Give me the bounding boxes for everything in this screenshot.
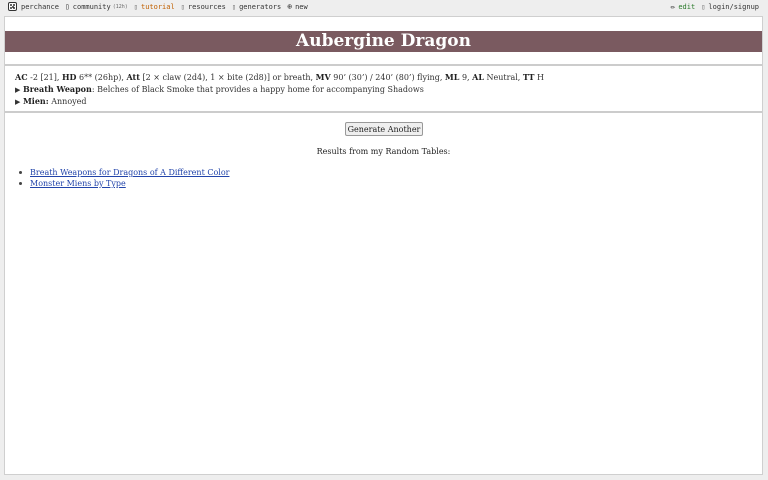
breath-weapons-link[interactable]: Breath Weapons for Dragons of A Differen… — [30, 168, 229, 177]
dice-icon — [8, 2, 17, 11]
folder-icon: ▯ — [180, 2, 185, 11]
mien-line: ▶ Mien: Annoyed — [15, 96, 755, 109]
breath-weapon-line: ▶ Breath Weapon: Belches of Black Smoke … — [15, 84, 755, 97]
nav-new-label: new — [295, 2, 308, 11]
ac-value: -2 [21], — [30, 73, 60, 82]
random-tables-list: Breath Weapons for Dragons of A Differen… — [19, 167, 229, 189]
tt-label: TT — [522, 72, 535, 82]
bullet-icon — [19, 171, 22, 174]
list-item: Monster Miens by Type — [19, 178, 229, 189]
al-label: AL — [472, 72, 484, 82]
nav-tutorial[interactable]: ▯ tutorial — [134, 3, 175, 11]
nav-generators-label: generators — [239, 2, 282, 11]
pencil-icon: ✏ — [670, 2, 676, 11]
hd-value: 6** (26hp), — [79, 73, 124, 82]
breath-weapon-text: : Belches of Black Smoke that provides a… — [91, 84, 424, 94]
nav-brand[interactable]: perchance — [8, 2, 59, 11]
nav-login[interactable]: ▯ login/signup — [701, 3, 759, 11]
att-value: [2 × claw (2d4), 1 × bite (2d8)] or brea… — [142, 73, 314, 82]
nav-resources-label: resources — [187, 2, 226, 11]
stat-line: AC -2 [21], HD 6** (26hp), Att [2 × claw… — [15, 72, 755, 84]
generate-another-button[interactable]: Generate Another — [345, 122, 423, 136]
att-label: Att — [126, 72, 140, 82]
ac-label: AC — [15, 72, 28, 82]
generator-panel: Aubergine Dragon AC -2 [21], HD 6** (26h… — [4, 16, 763, 475]
triangle-right-icon: ▶ — [15, 85, 21, 94]
mv-value: 90’ (30’) / 240’ (80’) flying, — [333, 73, 443, 82]
nav-community[interactable]: ▯ community (12h) — [65, 2, 128, 11]
user-icon: ▯ — [701, 2, 706, 11]
nav-edit-label: edit — [678, 2, 696, 11]
nav-left: perchance ▯ community (12h) ▯ tutorial ▯… — [8, 2, 314, 11]
mien-text: Annoyed — [51, 97, 87, 106]
hd-label: HD — [61, 72, 77, 82]
breath-weapon-label: Breath Weapon — [22, 83, 92, 94]
nav-community-count: (12h) — [112, 3, 128, 10]
nav-edit[interactable]: ✏ edit — [671, 2, 696, 11]
nav-brand-label: perchance — [21, 2, 59, 11]
page-title: Aubergine Dragon — [5, 31, 762, 52]
divider-top — [5, 64, 762, 66]
tt-value: H — [537, 73, 545, 82]
results-heading: Results from my Random Tables: — [316, 147, 451, 156]
nav-new[interactable]: ⊕ new — [287, 2, 307, 11]
mv-label: MV — [315, 72, 331, 82]
mien-label: Mien: — [22, 96, 49, 106]
nav-right: ✏ edit ▯ login/signup — [671, 2, 759, 11]
monster-miens-link[interactable]: Monster Miens by Type — [30, 179, 126, 188]
ml-value: 9, — [461, 73, 470, 82]
nav-generators[interactable]: ▯ generators — [232, 3, 281, 11]
nav-tutorial-label: tutorial — [140, 2, 175, 11]
plus-circle-icon: ⊕ — [287, 2, 293, 11]
book-icon: ▯ — [133, 2, 138, 11]
list-item: Breath Weapons for Dragons of A Differen… — [19, 167, 229, 178]
ml-label: ML — [444, 72, 460, 82]
divider-bottom — [5, 111, 762, 113]
al-value: Neutral, — [486, 73, 521, 82]
chat-icon: ▯ — [64, 2, 70, 11]
grid-icon: ▯ — [231, 2, 237, 11]
nav-resources[interactable]: ▯ resources — [181, 3, 226, 11]
nav-community-label: community — [72, 2, 111, 11]
nav-login-label: login/signup — [708, 2, 759, 11]
stat-block: AC -2 [21], HD 6** (26hp), Att [2 × claw… — [15, 72, 755, 109]
top-nav: perchance ▯ community (12h) ▯ tutorial ▯… — [0, 0, 768, 15]
triangle-right-icon: ▶ — [15, 98, 21, 106]
bullet-icon — [19, 182, 22, 185]
